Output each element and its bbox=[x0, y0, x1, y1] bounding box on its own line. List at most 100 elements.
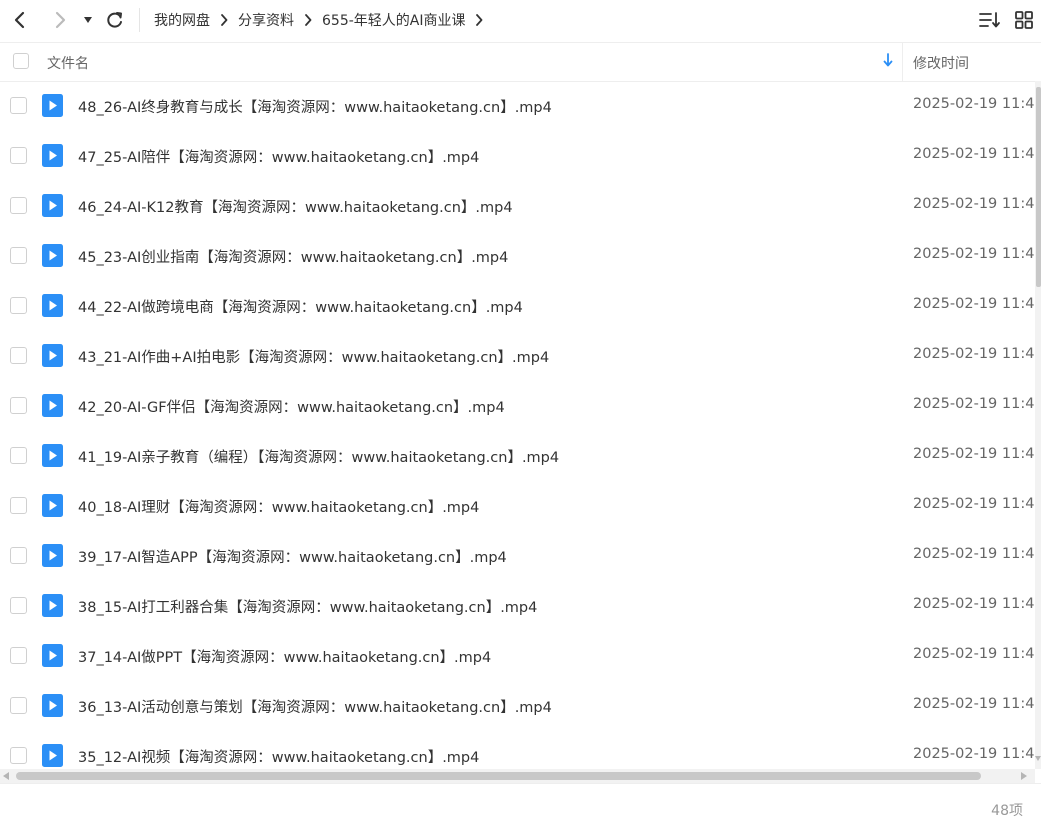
file-name[interactable]: 39_17-AI智造APP【海淘资源网：www.haitaoketang.cn】… bbox=[78, 546, 507, 567]
file-list: 48_26-AI终身教育与成长【海淘资源网：www.haitaoketang.c… bbox=[0, 81, 1035, 769]
file-row[interactable]: 45_23-AI创业指南【海淘资源网：www.haitaoketang.cn】.… bbox=[0, 231, 1035, 281]
file-row[interactable]: 39_17-AI智造APP【海淘资源网：www.haitaoketang.cn】… bbox=[0, 531, 1035, 581]
breadcrumb-item[interactable]: 我的网盘 bbox=[154, 10, 210, 30]
row-checkbox[interactable] bbox=[10, 97, 27, 114]
refresh-button[interactable] bbox=[103, 8, 127, 32]
row-checkbox[interactable] bbox=[10, 197, 27, 214]
toolbar-divider bbox=[139, 8, 140, 32]
column-divider[interactable] bbox=[902, 43, 903, 81]
row-checkbox[interactable] bbox=[10, 297, 27, 314]
column-name-header[interactable]: 文件名 bbox=[47, 53, 89, 73]
file-row[interactable]: 38_15-AI打工利器合集【海淘资源网：www.haitaoketang.cn… bbox=[0, 581, 1035, 631]
file-name[interactable]: 36_13-AI活动创意与策划【海淘资源网：www.haitaoketang.c… bbox=[78, 696, 552, 717]
file-row[interactable]: 43_21-AI作曲+AI拍电影【海淘资源网：www.haitaoketang.… bbox=[0, 331, 1035, 381]
file-name[interactable]: 45_23-AI创业指南【海淘资源网：www.haitaoketang.cn】.… bbox=[78, 246, 508, 267]
file-modified-time: 2025-02-19 11:4 bbox=[913, 646, 1035, 662]
file-name[interactable]: 44_22-AI做跨境电商【海淘资源网：www.haitaoketang.cn】… bbox=[78, 296, 523, 317]
back-button[interactable] bbox=[8, 8, 32, 32]
file-name[interactable]: 43_21-AI作曲+AI拍电影【海淘资源网：www.haitaoketang.… bbox=[78, 346, 549, 367]
video-file-icon bbox=[42, 144, 63, 167]
video-file-icon bbox=[42, 644, 63, 667]
row-checkbox[interactable] bbox=[10, 547, 27, 564]
vertical-scrollbar[interactable] bbox=[1035, 81, 1041, 769]
file-modified-time: 2025-02-19 11:4 bbox=[913, 546, 1035, 562]
breadcrumb-separator-icon bbox=[304, 14, 312, 26]
history-dropdown-button[interactable] bbox=[76, 8, 100, 32]
refresh-icon bbox=[107, 12, 122, 28]
file-modified-time: 2025-02-19 11:4 bbox=[913, 696, 1035, 712]
select-all-checkbox[interactable] bbox=[13, 53, 29, 69]
file-modified-time: 2025-02-19 11:4 bbox=[913, 346, 1035, 362]
row-checkbox[interactable] bbox=[10, 397, 27, 414]
file-modified-time: 2025-02-19 11:4 bbox=[913, 446, 1035, 462]
row-checkbox[interactable] bbox=[10, 647, 27, 664]
video-file-icon bbox=[42, 544, 63, 567]
video-file-icon bbox=[42, 444, 63, 467]
breadcrumb-separator-icon bbox=[475, 14, 483, 26]
file-name[interactable]: 42_20-AI-GF伴侣【海淘资源网：www.haitaoketang.cn】… bbox=[78, 396, 505, 417]
sort-button[interactable] bbox=[979, 9, 1001, 31]
row-checkbox[interactable] bbox=[10, 447, 27, 464]
video-file-icon bbox=[42, 94, 63, 117]
file-modified-time: 2025-02-19 11:4 bbox=[913, 146, 1035, 162]
file-row[interactable]: 35_12-AI视频【海淘资源网：www.haitaoketang.cn】.mp… bbox=[0, 731, 1035, 769]
file-row[interactable]: 42_20-AI-GF伴侣【海淘资源网：www.haitaoketang.cn】… bbox=[0, 381, 1035, 431]
row-checkbox[interactable] bbox=[10, 697, 27, 714]
breadcrumb-item[interactable]: 分享资料 bbox=[238, 10, 294, 30]
grid-view-icon bbox=[1015, 11, 1033, 29]
chevron-left-icon bbox=[14, 11, 25, 29]
status-bar: 48项 bbox=[0, 783, 1041, 825]
column-time-header[interactable]: 修改时间 bbox=[913, 53, 969, 73]
scroll-right-icon[interactable] bbox=[1021, 772, 1027, 780]
video-file-icon bbox=[42, 394, 63, 417]
arrow-down-icon[interactable] bbox=[883, 53, 893, 67]
file-name[interactable]: 40_18-AI理财【海淘资源网：www.haitaoketang.cn】.mp… bbox=[78, 496, 479, 517]
video-file-icon bbox=[42, 694, 63, 717]
column-header: 文件名 修改时间 bbox=[0, 43, 1041, 82]
scroll-left-icon[interactable] bbox=[3, 772, 9, 780]
file-name[interactable]: 37_14-AI做PPT【海淘资源网：www.haitaoketang.cn】.… bbox=[78, 646, 491, 667]
sort-list-icon bbox=[979, 12, 1000, 28]
breadcrumb-separator-icon bbox=[220, 14, 228, 26]
video-file-icon bbox=[42, 594, 63, 617]
video-file-icon bbox=[42, 194, 63, 217]
file-modified-time: 2025-02-19 11:4 bbox=[913, 396, 1035, 412]
file-row[interactable]: 44_22-AI做跨境电商【海淘资源网：www.haitaoketang.cn】… bbox=[0, 281, 1035, 331]
file-modified-time: 2025-02-19 11:4 bbox=[913, 746, 1035, 762]
vertical-scrollbar-thumb[interactable] bbox=[1036, 87, 1041, 287]
breadcrumb-item-current[interactable]: 655-年轻人的AI商业课 bbox=[322, 10, 465, 30]
file-name[interactable]: 38_15-AI打工利器合集【海淘资源网：www.haitaoketang.cn… bbox=[78, 596, 537, 617]
file-row[interactable]: 47_25-AI陪伴【海淘资源网：www.haitaoketang.cn】.mp… bbox=[0, 131, 1035, 181]
row-checkbox[interactable] bbox=[10, 147, 27, 164]
scroll-down-icon[interactable] bbox=[1035, 756, 1041, 761]
horizontal-scrollbar[interactable] bbox=[0, 769, 1035, 783]
file-name[interactable]: 41_19-AI亲子教育（编程）【海淘资源网：www.haitaoketang.… bbox=[78, 446, 559, 467]
file-modified-time: 2025-02-19 11:4 bbox=[913, 596, 1035, 612]
file-row[interactable]: 46_24-AI-K12教育【海淘资源网：www.haitaoketang.cn… bbox=[0, 181, 1035, 231]
video-file-icon bbox=[42, 744, 63, 767]
file-name[interactable]: 46_24-AI-K12教育【海淘资源网：www.haitaoketang.cn… bbox=[78, 196, 513, 217]
file-modified-time: 2025-02-19 11:4 bbox=[913, 296, 1035, 312]
file-modified-time: 2025-02-19 11:4 bbox=[913, 246, 1035, 262]
forward-button[interactable] bbox=[48, 8, 72, 32]
file-row[interactable]: 41_19-AI亲子教育（编程）【海淘资源网：www.haitaoketang.… bbox=[0, 431, 1035, 481]
row-checkbox[interactable] bbox=[10, 347, 27, 364]
file-name[interactable]: 48_26-AI终身教育与成长【海淘资源网：www.haitaoketang.c… bbox=[78, 96, 552, 117]
video-file-icon bbox=[42, 494, 63, 517]
caret-down-icon bbox=[84, 17, 92, 23]
video-file-icon bbox=[42, 294, 63, 317]
file-name[interactable]: 47_25-AI陪伴【海淘资源网：www.haitaoketang.cn】.mp… bbox=[78, 146, 479, 167]
breadcrumb: 我的网盘 分享资料 655-年轻人的AI商业课 bbox=[154, 8, 493, 32]
row-checkbox[interactable] bbox=[10, 597, 27, 614]
file-row[interactable]: 40_18-AI理财【海淘资源网：www.haitaoketang.cn】.mp… bbox=[0, 481, 1035, 531]
file-row[interactable]: 36_13-AI活动创意与策划【海淘资源网：www.haitaoketang.c… bbox=[0, 681, 1035, 731]
row-checkbox[interactable] bbox=[10, 747, 27, 764]
horizontal-scrollbar-thumb[interactable] bbox=[16, 772, 981, 780]
view-toggle-button[interactable] bbox=[1013, 9, 1035, 31]
row-checkbox[interactable] bbox=[10, 497, 27, 514]
file-row[interactable]: 37_14-AI做PPT【海淘资源网：www.haitaoketang.cn】.… bbox=[0, 631, 1035, 681]
item-count: 48项 bbox=[991, 803, 1023, 819]
file-name[interactable]: 35_12-AI视频【海淘资源网：www.haitaoketang.cn】.mp… bbox=[78, 746, 479, 767]
row-checkbox[interactable] bbox=[10, 247, 27, 264]
file-row[interactable]: 48_26-AI终身教育与成长【海淘资源网：www.haitaoketang.c… bbox=[0, 81, 1035, 131]
